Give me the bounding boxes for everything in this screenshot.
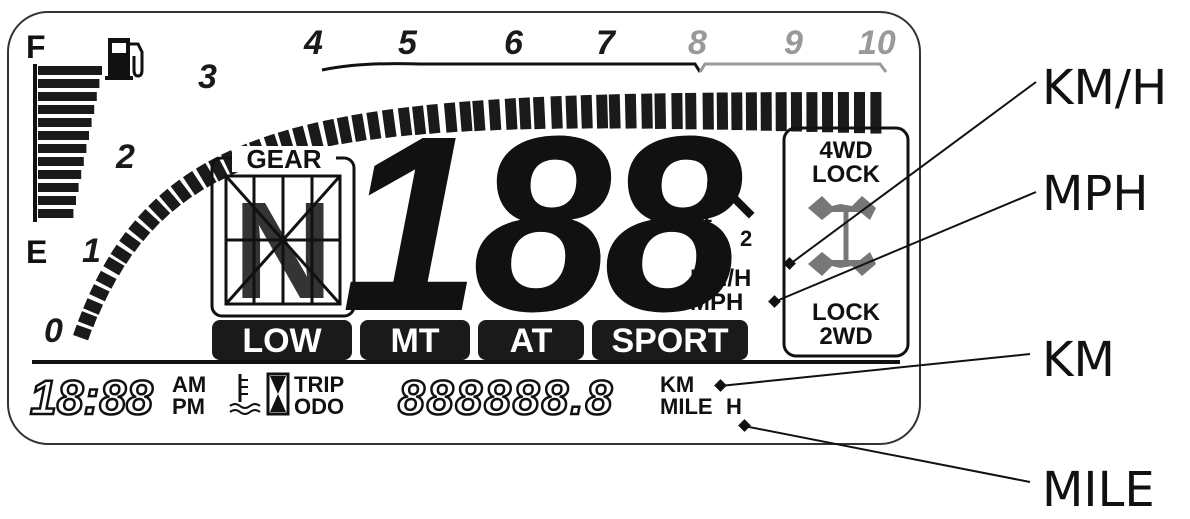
tach-scale-label: 0 <box>44 312 63 350</box>
tach-scale-label: 7 <box>596 24 617 62</box>
callout-km-marker <box>714 379 727 392</box>
callout-km-label: KM <box>1042 332 1115 388</box>
fuel-bar <box>38 144 87 153</box>
fuel-bar <box>38 170 82 179</box>
lcd-diagram: F E 01234 5 6 7 8 9 10 GEAR N 188 1 2 KM… <box>7 11 1167 518</box>
fuel-bars <box>38 66 102 218</box>
tach-segment <box>760 92 772 131</box>
drive-bottom-a: LOCK <box>812 299 881 326</box>
tach-segment <box>95 270 117 289</box>
fuel-bar <box>38 66 102 75</box>
info-row: 18:88 AM PM TRIP ODO 888888.8 KM MILE H <box>29 371 742 427</box>
callout-mph-label: MPH <box>1042 166 1148 222</box>
callout-mile-marker <box>738 419 751 432</box>
tach-scale-label: 2 <box>115 138 135 176</box>
fuel-bar <box>38 157 84 166</box>
fuel-bar <box>38 92 97 101</box>
callout-mile-label: MILE <box>1042 462 1155 518</box>
mode-chip-at: AT <box>510 322 553 360</box>
hourglass-icon <box>266 372 290 416</box>
tach-scale-label: 4 <box>303 24 323 62</box>
fuel-bar <box>38 131 89 140</box>
mode-chip-low: LOW <box>242 322 322 360</box>
drive-bottom-b: 2WD <box>819 323 872 350</box>
mode-chip-mt: MT <box>390 322 439 360</box>
tach-scale-label: 6 <box>504 24 524 62</box>
tach-top-bracket <box>321 62 702 73</box>
tach-segment <box>806 92 818 132</box>
tach-segment <box>89 284 110 302</box>
mile-label: MILE <box>660 394 713 419</box>
tach-scale-label: 5 <box>398 24 418 62</box>
coolant-temp-icon <box>229 374 261 415</box>
odo-label: ODO <box>294 394 344 419</box>
fuel-bar <box>38 79 100 88</box>
unit-kmh: KM/H <box>690 265 751 292</box>
tach-segment <box>322 118 339 147</box>
tach-segment <box>83 298 104 315</box>
callout-km-leader <box>719 353 1031 387</box>
drive-lock-indicator: 4WD LOCK LOCK 2WD <box>782 126 910 358</box>
drive-modes: LOW MT AT SPORT <box>212 320 748 360</box>
fuel-bar <box>38 196 76 205</box>
mode-chip-sport: SPORT <box>611 322 728 360</box>
tach-scale-label: 3 <box>198 58 217 96</box>
clock-display: 18:88 <box>30 372 153 425</box>
gear-title: GEAR <box>246 144 321 174</box>
tach-segment <box>77 311 98 328</box>
service-one: 1 <box>700 202 712 227</box>
fuel-pump-icon <box>105 38 144 80</box>
tach-segment <box>775 92 787 132</box>
gear-value: N <box>233 174 333 328</box>
unit-mph: MPH <box>690 289 743 316</box>
tach-scale-label: 1 <box>82 232 101 270</box>
callout-mile-leader <box>743 425 1031 483</box>
fuel-bar <box>38 183 79 192</box>
callout-kmh-label: KM/H <box>1042 60 1167 116</box>
tach-segment <box>822 91 834 133</box>
pm-label: PM <box>172 394 205 419</box>
fuel-full-label: F <box>26 29 46 65</box>
tach-scale-label: 9 <box>784 24 803 62</box>
service-two: 2 <box>740 226 752 251</box>
tach-segment <box>745 92 758 131</box>
fuel-empty-label: E <box>26 234 47 270</box>
tach-scale-label: 8 <box>688 24 707 62</box>
fuel-bar <box>38 105 95 114</box>
fuel-bar <box>38 118 92 127</box>
tach-redline-bracket <box>698 62 888 73</box>
drive-top-b: LOCK <box>812 161 881 188</box>
drive-top-a: 4WD <box>819 137 872 164</box>
hour-label: H <box>726 394 742 419</box>
fuel-bar <box>38 209 74 218</box>
tach-segment <box>73 324 92 341</box>
tach-scale-label: 10 <box>858 24 896 62</box>
odometer-display: 888888.8 <box>398 372 614 425</box>
callout-mph-marker <box>768 295 781 308</box>
gear-indicator: GEAR N <box>210 144 356 328</box>
tach-segment <box>790 92 803 132</box>
